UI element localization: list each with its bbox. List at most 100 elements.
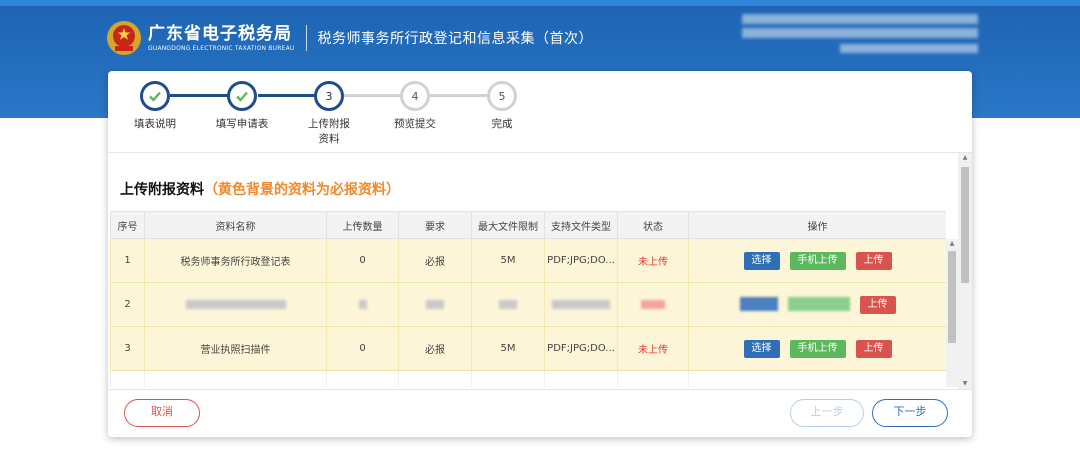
cell-count: 0 [326,238,399,283]
step-label: 填写申请表 [215,118,269,130]
cancel-button[interactable]: 取消 [124,399,200,427]
cell-name [144,282,327,327]
header-divider [306,25,308,51]
attachments-table: 序号 资料名称 上传数量 要求 最大文件限制 支持文件类型 状态 操作 1 税务… [110,211,946,387]
cell-requirement: 必报 [398,326,472,371]
table-row [110,370,946,387]
table-row: 3 营业执照扫描件 0 必报 5M PDF;JPG;DO... 未上传 选择 手机… [110,326,946,371]
cell-types: PDF;JPG;DO... [544,326,618,371]
cell-actions: 选择 手机上传 上传 [688,326,946,371]
cell-requirement: 必报 [398,238,472,283]
step-1: 填表说明 [123,81,187,132]
redacted-button [739,296,778,311]
brand-name-cn: 广东省电子税务局 [148,23,292,44]
table-header-row: 序号 资料名称 上传数量 要求 最大文件限制 支持文件类型 状态 操作 [110,211,946,239]
step-circle [227,81,257,111]
scroll-down-arrow-icon[interactable]: ▼ [958,379,972,389]
redacted-text [185,299,286,309]
scroll-up-arrow-icon[interactable]: ▲ [958,153,972,163]
column-header: 操作 [688,211,946,239]
redacted-text [552,299,610,309]
redacted-button [787,296,850,311]
column-header: 序号 [110,211,145,239]
cell-max-size: 5M [471,238,545,283]
main-card: 填表说明 填写申请表 3 上传附报资料 4 预览提交 5 完成 上传附报资料（黄… [108,71,972,437]
column-header: 状态 [617,211,689,239]
scroll-up-arrow-icon[interactable]: ▲ [946,239,958,249]
select-file-button[interactable]: 选择 [743,251,780,270]
cell-name: 营业执照扫描件 [144,326,327,371]
scrollbar-thumb[interactable] [961,167,969,283]
select-file-button[interactable]: 选择 [743,339,780,358]
step-3: 3 上传附报资料 [296,81,362,147]
cell-max-size [471,282,545,327]
step-circle [140,81,170,111]
redacted-text [499,299,517,309]
table-row: 1 税务师事务所行政登记表 0 必报 5M PDF;JPG;DO... 未上传 … [110,238,946,283]
cell-requirement [398,282,472,327]
cell-actions: 上传 [688,282,946,327]
step-label: 填表说明 [134,118,176,130]
step-circle: 4 [400,81,430,111]
redacted-text [641,299,665,309]
cell-max-size [471,370,545,387]
section-title: 上传附报资料（黄色背景的资料为必报资料） [120,179,400,199]
mobile-upload-button[interactable]: 手机上传 [789,251,846,270]
column-header: 上传数量 [326,211,399,239]
step-4: 4 预览提交 [383,81,447,132]
page-title: 税务师事务所行政登记和信息采集（首次） [317,31,593,47]
cell-types [544,370,618,387]
cell-index: 3 [110,326,145,371]
cell-types [544,282,618,327]
blurred-user-info [742,28,978,38]
upload-button[interactable]: 上传 [859,295,896,314]
national-emblem-icon [107,21,141,55]
mobile-upload-button[interactable]: 手机上传 [789,339,846,358]
column-header: 支持文件类型 [544,211,618,239]
brand-name-en: GUANGDONG ELECTRONIC TAXATION BUREAU [148,44,295,52]
check-icon [149,91,161,102]
section-title-text: 上传附报资料 [120,182,204,198]
cell-status: 未上传 [617,238,689,283]
blurred-user-info [742,14,978,24]
step-label: 预览提交 [394,118,436,130]
cell-index: 1 [110,238,145,283]
cell-name: 税务师事务所行政登记表 [144,238,327,283]
redacted-text [426,299,444,309]
brand: 广东省电子税务局 GUANGDONG ELECTRONIC TAXATION B… [148,24,294,53]
next-step-button[interactable]: 下一步 [872,399,948,427]
cell-count [326,370,399,387]
step-label: 完成 [491,118,513,130]
step-circle: 3 [314,81,344,111]
table-scrollbar[interactable]: ▲ [946,239,958,387]
step-5: 5 完成 [470,81,534,132]
footer-bar: 取消 上一步 下一步 [108,389,972,437]
table-row: 2 上传 [110,282,946,327]
upload-button[interactable]: 上传 [855,251,892,270]
column-header: 最大文件限制 [471,211,545,239]
cell-index [110,370,145,387]
step-circle: 5 [487,81,517,111]
blurred-user-info [840,44,978,53]
previous-step-button[interactable]: 上一步 [790,399,864,427]
cell-actions: 选择 手机上传 上传 [688,238,946,283]
cell-max-size: 5M [471,326,545,371]
cell-count: 0 [326,326,399,371]
cell-actions [688,370,946,387]
logo-area: 广东省电子税务局 GUANGDONG ELECTRONIC TAXATION B… [106,20,593,56]
upload-button[interactable]: 上传 [855,339,892,358]
cell-index: 2 [110,282,145,327]
step-2: 填写申请表 [210,81,274,132]
cell-status [617,282,689,327]
cell-status [617,370,689,387]
step-label: 上传附报资料 [308,118,350,145]
cell-types: PDF;JPG;DO... [544,238,618,283]
cell-count [326,282,399,327]
redacted-text [358,299,367,309]
scrollbar-thumb[interactable] [948,251,956,343]
section-note: （黄色背景的资料为必报资料） [204,182,400,198]
cell-requirement [398,370,472,387]
card-scrollbar[interactable]: ▲ ▼ [958,153,972,389]
cell-status: 未上传 [617,326,689,371]
column-header: 资料名称 [144,211,327,239]
